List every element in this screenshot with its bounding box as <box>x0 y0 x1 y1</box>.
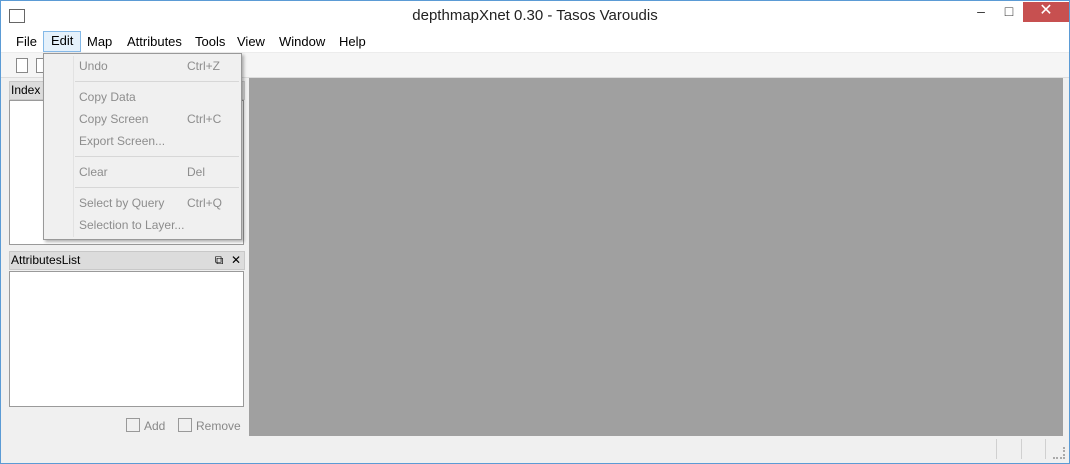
menu-help[interactable]: Help <box>332 32 373 51</box>
status-bar <box>1 437 1069 463</box>
menu-item-undo[interactable]: Undo <box>79 56 108 76</box>
menu-separator <box>75 187 239 188</box>
resize-grip-icon[interactable] <box>1053 447 1065 459</box>
add-attribute-button[interactable]: Add <box>126 418 165 433</box>
shortcut-clear: Del <box>187 165 206 179</box>
close-panel-icon[interactable]: ✕ <box>229 252 243 269</box>
add-label: Add <box>144 419 166 433</box>
shortcut-select-by-query: Ctrl+Q <box>187 196 223 210</box>
remove-label: Remove <box>196 419 241 433</box>
menu-item-copy-data[interactable]: Copy Data <box>79 87 136 107</box>
maximize-icon[interactable]: □ <box>995 2 1023 22</box>
attributes-panel-title: AttributesList <box>11 253 81 267</box>
menu-tools[interactable]: Tools <box>188 32 232 51</box>
remove-attribute-button[interactable]: Remove <box>178 418 241 433</box>
menu-item-selection-to-layer[interactable]: Selection to Layer... <box>79 215 184 235</box>
window-title: depthmapXnet 0.30 - Tasos Varoudis <box>412 7 658 24</box>
menu-separator <box>75 156 239 157</box>
add-icon <box>126 418 140 432</box>
edit-menu-dropdown: Undo Ctrl+Z Copy Data Copy Screen Ctrl+C… <box>43 53 242 240</box>
index-panel-title: Index <box>11 83 41 97</box>
shortcut-undo: Ctrl+Z <box>187 59 220 73</box>
attributes-panel-header: AttributesList ⧉ ✕ <box>9 251 245 270</box>
menu-item-export-screen[interactable]: Export Screen... <box>79 131 165 151</box>
menu-attributes[interactable]: Attributes <box>120 32 189 51</box>
remove-icon <box>178 418 192 432</box>
menu-item-clear[interactable]: Clear <box>79 162 108 182</box>
menu-item-copy-screen[interactable]: Copy Screen <box>79 109 148 129</box>
attributes-list[interactable] <box>9 271 244 407</box>
shortcut-copy-screen: Ctrl+C <box>187 112 222 126</box>
menu-item-select-by-query[interactable]: Select by Query <box>79 193 164 213</box>
menu-separator <box>75 81 239 82</box>
menu-file[interactable]: File <box>9 32 44 51</box>
menu-edit[interactable]: Edit <box>43 31 82 52</box>
title-bar: depthmapXnet 0.30 - Tasos Varoudis – □ ✕ <box>1 1 1069 31</box>
close-icon[interactable]: ✕ <box>1023 2 1069 22</box>
new-file-icon[interactable] <box>16 58 28 73</box>
map-canvas[interactable] <box>249 78 1063 436</box>
status-segment <box>996 439 1021 459</box>
menu-view[interactable]: View <box>230 32 272 51</box>
menu-bar: File Edit Map Attributes Tools View Wind… <box>1 31 1069 53</box>
menu-map[interactable]: Map <box>80 32 119 51</box>
float-panel-icon[interactable]: ⧉ <box>212 252 226 269</box>
menu-window[interactable]: Window <box>272 32 332 51</box>
minimize-icon[interactable]: – <box>967 2 995 22</box>
menu-gutter <box>73 56 74 237</box>
app-window: depthmapXnet 0.30 - Tasos Varoudis – □ ✕… <box>0 0 1070 464</box>
status-segment <box>1021 439 1044 459</box>
